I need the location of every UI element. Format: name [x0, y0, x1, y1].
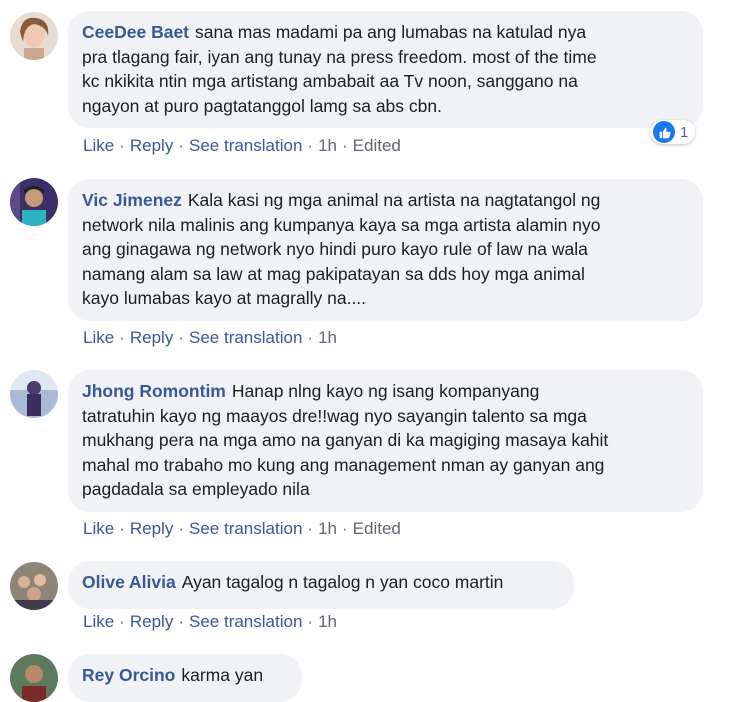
like-link[interactable]: Like: [83, 136, 114, 155]
like-link[interactable]: Like: [83, 612, 114, 631]
avatar[interactable]: [10, 562, 58, 610]
separator: ·: [342, 519, 348, 538]
comment-text: Ayan tagalog n tagalog n yan coco martin: [181, 572, 504, 592]
see-translation-link[interactable]: See translation: [189, 519, 302, 538]
edited-label[interactable]: Edited: [353, 136, 401, 155]
reaction-count-badge[interactable]: 1: [650, 120, 696, 144]
avatar[interactable]: [10, 654, 58, 702]
reply-link[interactable]: Reply: [130, 519, 173, 538]
separator: ·: [342, 136, 348, 155]
see-translation-link[interactable]: See translation: [189, 612, 302, 631]
separator: ·: [178, 136, 184, 155]
comment-author[interactable]: Jhong Romontim: [82, 381, 226, 401]
comment-actions: Like · Reply · See translation · 1h · Edited: [83, 519, 401, 539]
avatar[interactable]: [10, 178, 58, 226]
see-translation-link[interactable]: See translation: [189, 328, 302, 347]
comment-bubble: Rey Orcino karma yan: [68, 654, 302, 702]
comment-actions: Like · Reply · See translation · 1h: [83, 612, 337, 632]
separator: ·: [307, 612, 314, 631]
comment-actions: Like · Reply · See translation · 1h: [83, 328, 337, 348]
reply-link[interactable]: Reply: [130, 136, 173, 155]
separator: ·: [307, 519, 314, 538]
avatar[interactable]: [10, 370, 58, 418]
comment-bubble: Jhong Romontim Hanap nlng kayo ng isang k…: [68, 370, 703, 512]
separator: ·: [119, 612, 125, 631]
comment-author[interactable]: Rey Orcino: [82, 665, 175, 685]
separator: ·: [307, 136, 314, 155]
comment-author[interactable]: CeeDee Baet: [82, 22, 189, 42]
reaction-count: 1: [680, 123, 689, 141]
comment-bubble: Vic Jimenez Kala kasi ng mga animal na ar…: [68, 179, 703, 321]
separator: ·: [178, 519, 184, 538]
separator: ·: [119, 136, 125, 155]
comment-bubble: Olive Alivia Ayan tagalog n tagalog n yan…: [68, 561, 574, 609]
comment-actions: Like · Reply · See translation · 1h · Edited: [83, 136, 401, 156]
reply-link[interactable]: Reply: [130, 328, 173, 347]
separator: ·: [119, 519, 125, 538]
separator: ·: [307, 328, 314, 347]
edited-label[interactable]: Edited: [353, 519, 401, 538]
see-translation-link[interactable]: See translation: [189, 136, 302, 155]
comment-text: karma yan: [181, 665, 264, 685]
timestamp[interactable]: 1h: [318, 612, 337, 631]
like-link[interactable]: Like: [83, 519, 114, 538]
comment-bubble: CeeDee Baet sana mas madami pa ang lumaba…: [68, 11, 703, 128]
separator: ·: [178, 612, 184, 631]
separator: ·: [178, 328, 184, 347]
timestamp[interactable]: 1h: [318, 328, 337, 347]
like-link[interactable]: Like: [83, 328, 114, 347]
timestamp[interactable]: 1h: [318, 519, 337, 538]
separator: ·: [119, 328, 125, 347]
thumbs-up-icon: [653, 121, 675, 143]
timestamp[interactable]: 1h: [318, 136, 337, 155]
comment-author[interactable]: Vic Jimenez: [82, 190, 182, 210]
avatar[interactable]: [10, 12, 58, 60]
comment-author[interactable]: Olive Alivia: [82, 572, 176, 592]
reply-link[interactable]: Reply: [130, 612, 173, 631]
